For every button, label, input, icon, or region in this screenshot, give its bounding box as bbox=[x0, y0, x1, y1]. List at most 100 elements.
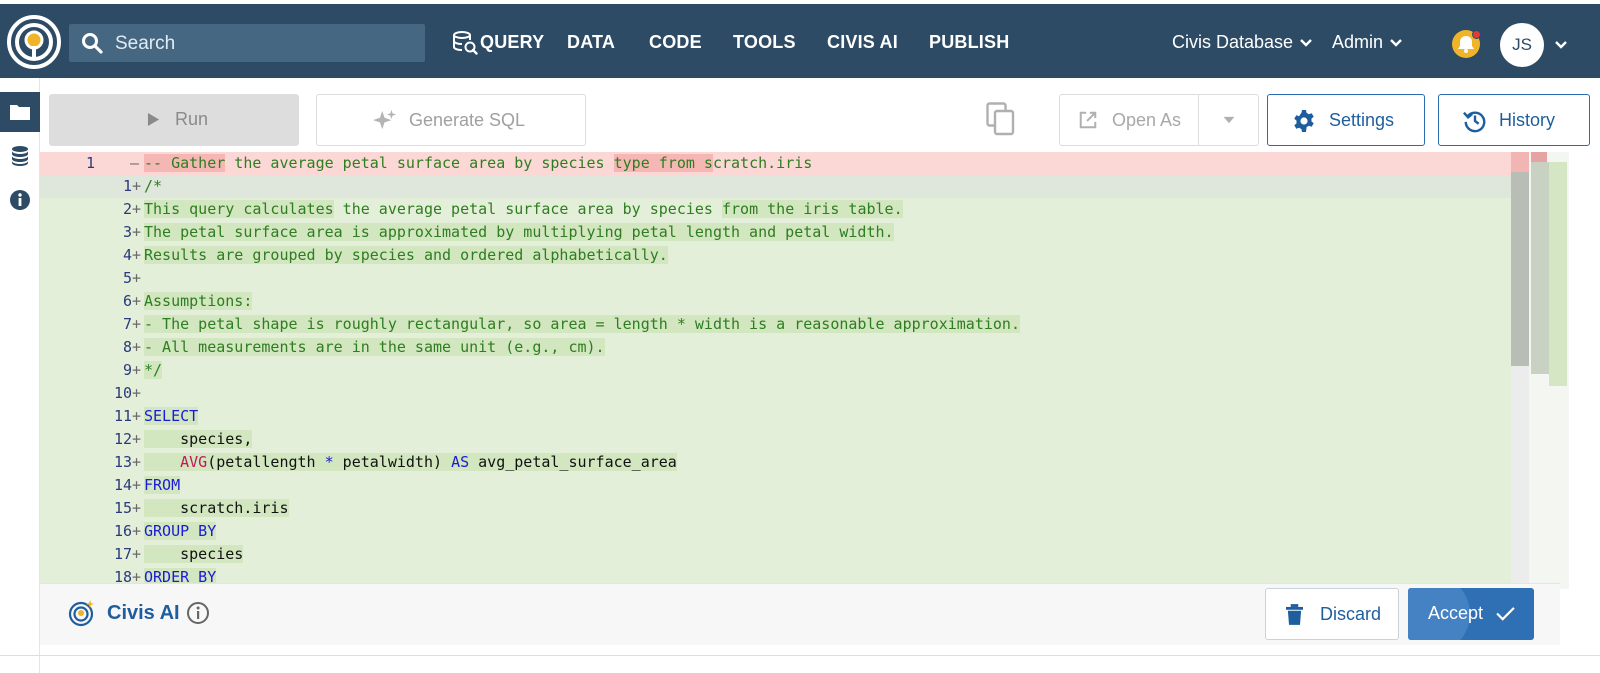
user-avatar[interactable]: JS bbox=[1500, 23, 1544, 67]
new-line-number: 1 bbox=[122, 177, 132, 195]
added-line-code: - All measurements are in the same unit … bbox=[144, 336, 605, 359]
code-token: avg_petal_surface_area bbox=[469, 453, 677, 471]
nav-tools[interactable]: TOOLS bbox=[733, 32, 796, 53]
notification-badge bbox=[1472, 30, 1481, 39]
added-line: 11 + SELECT bbox=[40, 405, 1560, 428]
new-line-number: 3 bbox=[122, 223, 132, 241]
search-icon bbox=[82, 33, 103, 54]
added-line-code: Results are grouped by species and order… bbox=[144, 244, 668, 267]
added-line-marker: + bbox=[132, 223, 142, 241]
added-line-code: species, bbox=[144, 428, 253, 451]
added-line: 2 + This query calculates the average peta… bbox=[40, 198, 1560, 221]
added-line-code: - The petal shape is roughly rectangular… bbox=[144, 313, 1020, 336]
minimap-added-block bbox=[1549, 162, 1567, 386]
added-line-code: */ bbox=[144, 359, 163, 382]
added-line: 10 + bbox=[40, 382, 1560, 405]
civis-logo-icon[interactable] bbox=[6, 14, 62, 70]
code-token bbox=[144, 453, 181, 471]
chevron-down-icon[interactable] bbox=[1554, 38, 1568, 52]
new-line-number: 10 bbox=[113, 384, 132, 402]
code-token: from the iris table. bbox=[721, 200, 903, 218]
nav-publish[interactable]: PUBLISH bbox=[929, 32, 1009, 53]
code-token: species bbox=[144, 545, 244, 563]
code-token: SELECT bbox=[144, 407, 199, 425]
caret-down-icon[interactable] bbox=[1222, 116, 1236, 125]
folder-icon bbox=[10, 105, 30, 120]
code-token: cratch.iris bbox=[712, 154, 813, 172]
added-line-marker: + bbox=[132, 545, 142, 563]
new-line-number: 17 bbox=[113, 545, 132, 563]
overview-ruler[interactable] bbox=[1511, 152, 1529, 589]
added-line: 13 + AVG(petallength * petalwidth) AS avg… bbox=[40, 451, 1560, 474]
new-line-number: 12 bbox=[113, 430, 132, 448]
copy-icon[interactable] bbox=[986, 102, 1016, 136]
sidebar-database-button[interactable] bbox=[0, 136, 40, 176]
role-selector[interactable]: Admin bbox=[1332, 32, 1403, 53]
code-token: AS bbox=[451, 453, 470, 471]
code-token: type from s bbox=[613, 154, 713, 172]
new-line-number: 13 bbox=[113, 453, 132, 471]
removed-line-marker: — bbox=[130, 154, 140, 172]
new-line-number: 11 bbox=[113, 407, 132, 425]
code-token: * bbox=[324, 453, 334, 471]
added-line: 6 + Assumptions: bbox=[40, 290, 1560, 313]
sidebar-files-button[interactable] bbox=[0, 92, 40, 132]
database-search-icon bbox=[453, 31, 478, 55]
added-line-marker: + bbox=[132, 246, 142, 264]
sparkle-icon bbox=[373, 109, 397, 130]
database-selector[interactable]: Civis Database bbox=[1172, 32, 1313, 53]
code-token: FROM bbox=[144, 476, 181, 494]
open-as-button[interactable]: Open As bbox=[1059, 94, 1259, 146]
discard-button[interactable]: Discard bbox=[1265, 588, 1399, 640]
added-line-marker: + bbox=[132, 499, 142, 517]
page-bottom-divider bbox=[0, 655, 1600, 656]
run-button-label: Run bbox=[175, 109, 209, 129]
added-line-code: FROM bbox=[144, 474, 181, 497]
added-line: 4 + Results are grouped by species and ord… bbox=[40, 244, 1560, 267]
history-button[interactable]: History bbox=[1438, 94, 1590, 146]
ruler-scroll-thumb[interactable] bbox=[1511, 172, 1529, 366]
added-line-marker: + bbox=[132, 407, 142, 425]
added-line-marker: + bbox=[132, 361, 142, 379]
trash-icon bbox=[1286, 604, 1303, 625]
added-line: 15 + scratch.iris bbox=[40, 497, 1560, 520]
added-line: 7 + - The petal shape is roughly rectangul… bbox=[40, 313, 1560, 336]
minimap-removed-block bbox=[1531, 152, 1547, 162]
gear-icon bbox=[1294, 110, 1314, 132]
added-line-code: The petal surface area is approximated b… bbox=[144, 221, 894, 244]
nav-data[interactable]: DATA bbox=[567, 32, 615, 53]
new-line-number: 14 bbox=[113, 476, 132, 494]
open-as-divider bbox=[1198, 95, 1199, 145]
nav-civis-ai[interactable]: CIVIS AI bbox=[827, 32, 898, 53]
added-line-code: SELECT bbox=[144, 405, 199, 428]
new-line-number: 5 bbox=[122, 269, 132, 287]
sql-diff-editor[interactable]: 1 — -- Gather the average petal surface … bbox=[40, 152, 1560, 589]
added-line-code: GROUP BY bbox=[144, 520, 217, 543]
added-line: 9 + */ bbox=[40, 359, 1560, 382]
new-line-number: 16 bbox=[113, 522, 132, 540]
new-line-number: 6 bbox=[122, 292, 132, 310]
code-token: The petal surface area is approximated b… bbox=[144, 223, 894, 241]
run-button[interactable]: Run bbox=[49, 94, 299, 146]
editor-minimap[interactable] bbox=[1529, 152, 1569, 589]
role-selector-label: Admin bbox=[1332, 32, 1384, 52]
history-icon bbox=[1463, 111, 1486, 133]
added-line: 12 + species, bbox=[40, 428, 1560, 451]
old-line-number: 1 bbox=[85, 154, 95, 172]
generate-sql-button[interactable]: Generate SQL bbox=[316, 94, 586, 146]
new-line-number: 8 bbox=[122, 338, 132, 356]
new-line-number: 15 bbox=[113, 499, 132, 517]
nav-code[interactable]: CODE bbox=[649, 32, 702, 53]
code-token: AVG bbox=[180, 453, 208, 471]
added-line-marker: + bbox=[132, 476, 142, 494]
global-search[interactable]: Search bbox=[69, 24, 425, 62]
code-token: petalwidth) bbox=[333, 453, 452, 471]
info-circle-icon[interactable] bbox=[186, 601, 210, 625]
nav-query[interactable]: QUERY bbox=[480, 32, 544, 53]
added-line: 1 +/* bbox=[40, 175, 1560, 198]
settings-button[interactable]: Settings bbox=[1267, 94, 1425, 146]
code-token: scratch.iris bbox=[144, 499, 289, 517]
accept-button[interactable]: Accept bbox=[1408, 588, 1534, 640]
sidebar-info-button[interactable] bbox=[0, 180, 40, 220]
added-line-marker: + bbox=[132, 269, 142, 287]
